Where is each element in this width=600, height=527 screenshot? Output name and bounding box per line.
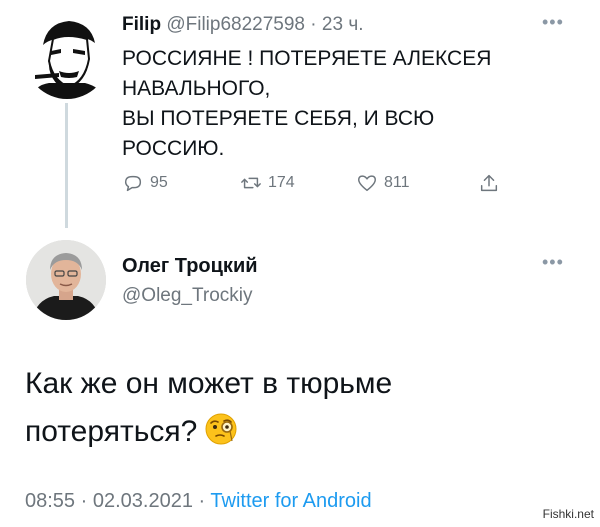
tweet1-text: РОССИЯНЕ ! ПОТЕРЯЕТЕ АЛЕКСЕЯ НАВАЛЬНОГО,…: [122, 44, 562, 164]
share-button[interactable]: [478, 172, 506, 194]
retweet-button[interactable]: 174: [240, 172, 295, 194]
heart-icon: [358, 175, 376, 192]
tweet1-author-handle[interactable]: @Filip68227598: [166, 14, 305, 35]
tweet1-text-line: НАВАЛЬНОГО,: [122, 77, 271, 100]
avatar-oleg[interactable]: [26, 240, 106, 320]
reply-icon: [124, 175, 142, 192]
avatar-filip[interactable]: [25, 15, 109, 99]
tweet2-text-line: Как же он может в тюрьме: [25, 367, 393, 400]
share-icon: [480, 174, 498, 192]
reply-count: 95: [150, 174, 168, 191]
tweet1-action-bar: 95 174 811: [122, 172, 522, 202]
tweet2-author-handle[interactable]: @Oleg_Trockiy: [122, 285, 253, 307]
tweet2-text-line: потеряться?: [25, 415, 198, 448]
tweet2-author-name[interactable]: Олег Троцкий: [122, 255, 258, 278]
tweet2-source-link[interactable]: Twitter for Android: [210, 490, 371, 512]
tweet2-footer: 08:55 · 02.03.2021 · Twitter for Android: [25, 490, 372, 513]
watermark-logo: Fishki.net: [542, 507, 594, 521]
tweet2-time[interactable]: 08:55: [25, 490, 75, 512]
tweet2-more-icon[interactable]: •••: [542, 252, 564, 273]
like-button[interactable]: 811: [356, 172, 410, 194]
tweet2-text: Как же он может в тюрьме потеряться?: [25, 360, 545, 456]
retweet-icon: [241, 177, 261, 189]
tweet1-more-icon[interactable]: •••: [542, 12, 564, 33]
tweet2-footer-separator: ·: [80, 490, 88, 512]
tweet1-separator: ·: [310, 14, 317, 35]
tweet1-text-line: РОССИЮ.: [122, 137, 225, 160]
thread-connector-line: [65, 103, 68, 228]
reply-button[interactable]: 95: [122, 172, 168, 194]
tweet1-time[interactable]: 23 ч.: [322, 14, 364, 35]
tweet2-footer-separator: ·: [198, 490, 206, 512]
like-count: 811: [384, 174, 410, 191]
tweet1-author-name[interactable]: Filip: [122, 14, 161, 35]
tweet2-date[interactable]: 02.03.2021: [93, 490, 193, 512]
tweet2-text-line-with-emoji: потеряться?: [25, 408, 545, 456]
tweet1-text-line: ВЫ ПОТЕРЯЕТЕ СЕБЯ, И ВСЮ: [122, 107, 435, 130]
tweet1-header: Filip @Filip68227598 · 23 ч.: [122, 14, 364, 36]
face-with-monocle-emoji-icon: [205, 413, 237, 445]
retweet-count: 174: [268, 174, 295, 191]
tweet1-text-line: РОССИЯНЕ ! ПОТЕРЯЕТЕ АЛЕКСЕЯ: [122, 47, 492, 70]
